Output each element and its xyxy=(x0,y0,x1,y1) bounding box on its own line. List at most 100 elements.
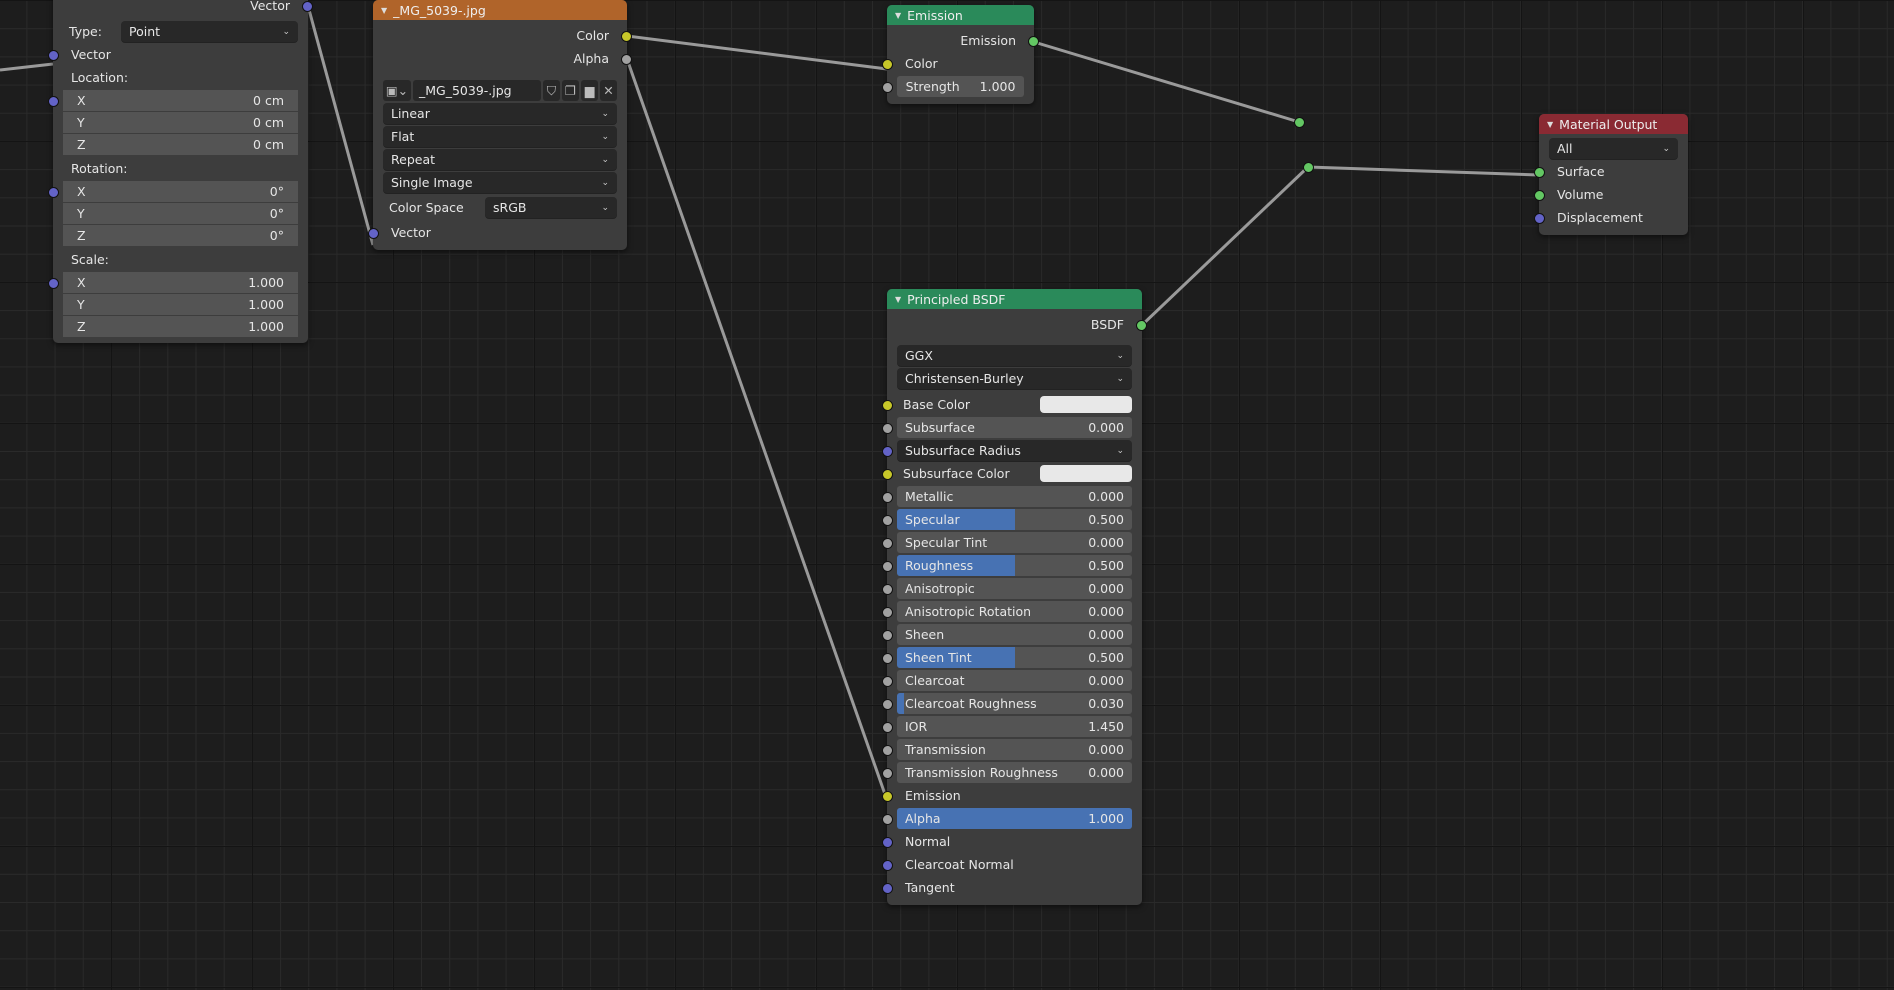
image-selector[interactable]: ▣⌄ _MG_5039-.jpg ⛉ ❐ ▆ ✕ xyxy=(383,80,617,101)
shader-socket-icon[interactable] xyxy=(1534,167,1545,178)
vector-socket-icon[interactable] xyxy=(302,1,313,12)
roughness-field[interactable]: Roughness 0.500 xyxy=(897,555,1132,576)
reroute-node[interactable] xyxy=(1294,117,1305,128)
shader-socket-icon[interactable] xyxy=(1136,320,1147,331)
float-socket-icon[interactable] xyxy=(882,630,893,641)
x-field[interactable]: X 1.000 xyxy=(63,271,298,294)
vector-socket-icon[interactable] xyxy=(882,860,893,871)
collapse-triangle-icon[interactable]: ▼ xyxy=(895,11,901,20)
vector-socket-icon[interactable] xyxy=(48,50,59,61)
node-output[interactable]: ▼ Material Output All ⌄ Surface Volume Displac… xyxy=(1534,114,1688,235)
float-socket-icon[interactable] xyxy=(882,814,893,825)
float-socket-icon[interactable] xyxy=(882,561,893,572)
all-dropdown[interactable]: All ⌄ xyxy=(1549,138,1678,159)
image-name-field[interactable]: _MG_5039-.jpg xyxy=(413,80,541,101)
duplicate-icon[interactable]: ❐ xyxy=(562,80,579,101)
float-socket-icon[interactable] xyxy=(882,82,893,93)
transmission-roughness-field[interactable]: Transmission Roughness 0.000 xyxy=(897,762,1132,783)
float-socket-icon[interactable] xyxy=(882,538,893,549)
color-socket-icon[interactable] xyxy=(882,400,893,411)
float-socket-icon[interactable] xyxy=(882,699,893,710)
base-color-swatch[interactable] xyxy=(1040,396,1132,413)
vector-socket-icon[interactable] xyxy=(882,446,893,457)
color-socket-icon[interactable] xyxy=(882,59,893,70)
vector-socket-icon[interactable] xyxy=(48,187,59,198)
float-socket-icon[interactable] xyxy=(882,653,893,664)
transmission-field[interactable]: Transmission 0.000 xyxy=(897,739,1132,760)
node-mapping[interactable]: Vector Type: Point ⌄ Vector Location: X 0 cm Y 0 … xyxy=(48,0,313,343)
z-field[interactable]: Z 1.000 xyxy=(63,315,298,338)
float-socket-icon[interactable] xyxy=(882,768,893,779)
image-icon[interactable]: ▣⌄ xyxy=(383,80,411,101)
node-emission[interactable]: ▼ Emission Emission Color Strength 1.000 xyxy=(882,5,1039,104)
srgb-dropdown[interactable]: sRGB ⌄ xyxy=(485,197,617,218)
x-field[interactable]: X 0 cm xyxy=(63,89,298,112)
anisotropic-rotation-field[interactable]: Anisotropic Rotation 0.000 xyxy=(897,601,1132,622)
z-field[interactable]: Z 0 cm xyxy=(63,133,298,156)
strength-field[interactable]: Strength 1.000 xyxy=(897,76,1024,97)
float-socket-icon[interactable] xyxy=(882,584,893,595)
float-socket-icon[interactable] xyxy=(882,423,893,434)
point-dropdown[interactable]: Point ⌄ xyxy=(121,21,298,42)
ggx-dropdown[interactable]: GGX ⌄ xyxy=(897,345,1132,366)
vector-socket-icon[interactable] xyxy=(368,228,379,239)
collapse-triangle-icon[interactable]: ▼ xyxy=(381,6,387,15)
vector-socket-icon[interactable] xyxy=(882,837,893,848)
subsurface-radius-dropdown[interactable]: Subsurface Radius ⌄ xyxy=(897,440,1132,461)
float-socket-icon[interactable] xyxy=(882,745,893,756)
x-field-row: X 0 cm xyxy=(48,89,308,112)
float-socket-icon[interactable] xyxy=(882,492,893,503)
anisotropic-field[interactable]: Anisotropic 0.000 xyxy=(897,578,1132,599)
field-label: X xyxy=(77,274,86,290)
subsurface-color-swatch[interactable] xyxy=(1040,465,1132,482)
close-icon[interactable]: ✕ xyxy=(600,80,617,101)
sheen-tint-field[interactable]: Sheen Tint 0.500 xyxy=(897,647,1132,668)
float-socket-icon[interactable] xyxy=(882,676,893,687)
shader-socket-icon[interactable] xyxy=(1028,36,1039,47)
node-header[interactable]: ▼ Material Output xyxy=(1539,114,1688,134)
y-field[interactable]: Y 1.000 xyxy=(63,293,298,316)
node-image[interactable]: ▼ _MG_5039-.jpg Color Alpha ▣⌄ _MG_5039-.jpg ⛉… xyxy=(368,0,632,250)
z-field[interactable]: Z 0° xyxy=(63,224,298,247)
collapse-triangle-icon[interactable]: ▼ xyxy=(895,295,901,304)
x-field[interactable]: X 0° xyxy=(63,180,298,203)
ior-field[interactable]: IOR 1.450 xyxy=(897,716,1132,737)
linear-dropdown[interactable]: Linear ⌄ xyxy=(383,103,617,124)
specular-tint-field[interactable]: Specular Tint 0.000 xyxy=(897,532,1132,553)
collapse-triangle-icon[interactable]: ▼ xyxy=(1547,120,1553,129)
socket-label: Volume xyxy=(1557,187,1604,202)
alpha-field[interactable]: Alpha 1.000 xyxy=(897,808,1132,829)
color-socket-icon[interactable] xyxy=(621,31,632,42)
flat-dropdown[interactable]: Flat ⌄ xyxy=(383,126,617,147)
float-socket-icon[interactable] xyxy=(882,607,893,618)
shader-socket-icon[interactable] xyxy=(1534,190,1545,201)
clearcoat-field[interactable]: Clearcoat 0.000 xyxy=(897,670,1132,691)
single-image-dropdown[interactable]: Single Image ⌄ xyxy=(383,172,617,193)
repeat-dropdown[interactable]: Repeat ⌄ xyxy=(383,149,617,170)
sheen-field[interactable]: Sheen 0.000 xyxy=(897,624,1132,645)
vector-socket-icon[interactable] xyxy=(1534,213,1545,224)
node-header[interactable]: ▼ _MG_5039-.jpg xyxy=(373,0,627,20)
float-socket-icon[interactable] xyxy=(621,54,632,65)
vector-socket-icon[interactable] xyxy=(48,278,59,289)
specular-field[interactable]: Specular 0.500 xyxy=(897,509,1132,530)
node-header[interactable]: ▼ Principled BSDF xyxy=(887,289,1142,309)
node-bsdf[interactable]: ▼ Principled BSDF BSDF GGX ⌄ Christensen-Burl… xyxy=(882,289,1147,905)
vector-socket-icon[interactable] xyxy=(48,96,59,107)
node-header[interactable]: ▼ Emission xyxy=(887,5,1034,25)
vector-socket-icon[interactable] xyxy=(882,883,893,894)
field-label: X xyxy=(77,183,86,199)
float-socket-icon[interactable] xyxy=(882,515,893,526)
y-field[interactable]: Y 0° xyxy=(63,202,298,225)
christensen-burley-dropdown[interactable]: Christensen-Burley ⌄ xyxy=(897,368,1132,389)
clearcoat-roughness-field[interactable]: Clearcoat Roughness 0.030 xyxy=(897,693,1132,714)
color-socket-icon[interactable] xyxy=(882,469,893,480)
subsurface-field[interactable]: Subsurface 0.000 xyxy=(897,417,1132,438)
shield-icon[interactable]: ⛉ xyxy=(543,80,560,101)
folder-icon[interactable]: ▆ xyxy=(581,80,598,101)
metallic-field[interactable]: Metallic 0.000 xyxy=(897,486,1132,507)
float-socket-icon[interactable] xyxy=(882,722,893,733)
reroute-node[interactable] xyxy=(1303,162,1314,173)
color-socket-icon[interactable] xyxy=(882,791,893,802)
y-field[interactable]: Y 0 cm xyxy=(63,111,298,134)
